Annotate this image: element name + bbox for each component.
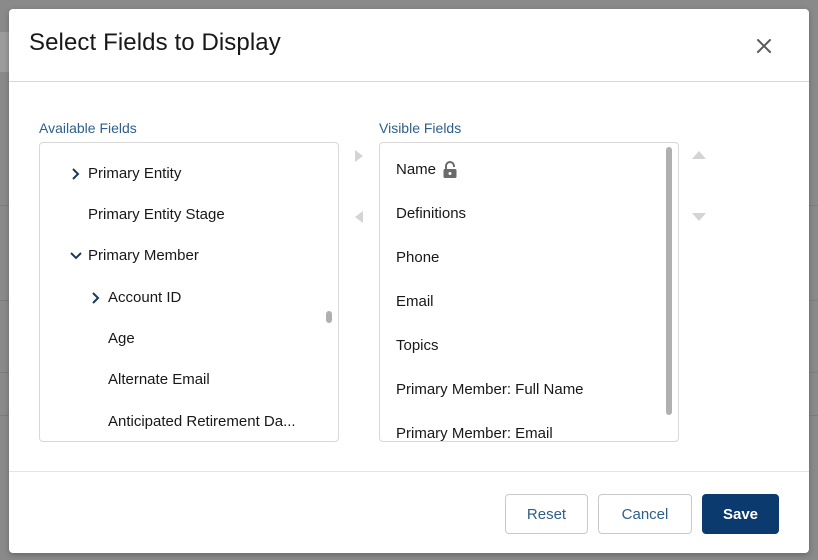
chevron-down-icon[interactable] bbox=[66, 246, 86, 266]
list-item-label: Primary Member: Full Name bbox=[396, 381, 584, 398]
close-icon bbox=[757, 39, 771, 53]
list-item-label: Name bbox=[396, 161, 437, 178]
visible-item-primary-member-full-name[interactable]: Primary Member: Full Name bbox=[380, 369, 666, 410]
close-button[interactable] bbox=[749, 31, 779, 61]
arrow-right-icon bbox=[355, 150, 363, 162]
visible-item-definitions[interactable]: Definitions bbox=[380, 193, 666, 234]
list-item-label: Age bbox=[108, 330, 135, 347]
select-fields-modal: Select Fields to Display Available Field… bbox=[9, 9, 809, 553]
available-item-age[interactable]: Age bbox=[40, 318, 326, 359]
visible-scrollbar-thumb[interactable] bbox=[666, 147, 672, 415]
available-fields-list[interactable]: Primary Entity Primary Entity Stage Prim… bbox=[39, 142, 339, 442]
move-down-button[interactable] bbox=[689, 207, 709, 227]
list-item-label: Anticipated Retirement Da... bbox=[108, 413, 296, 430]
list-item-label: Phone bbox=[396, 249, 440, 266]
available-fields-label: Available Fields bbox=[39, 120, 137, 136]
available-item-anticipated-retirement[interactable]: Anticipated Retirement Da... bbox=[40, 401, 326, 441]
visible-item-topics[interactable]: Topics bbox=[380, 325, 666, 366]
reset-button[interactable]: Reset bbox=[505, 494, 588, 534]
list-item-label: Email bbox=[396, 293, 434, 310]
cancel-button[interactable]: Cancel bbox=[598, 494, 692, 534]
list-item-label: Account ID bbox=[108, 289, 182, 306]
list-item-label: Topics bbox=[396, 337, 439, 354]
visible-item-primary-member-email[interactable]: Primary Member: Email bbox=[380, 413, 666, 442]
list-item-label: Alternate Email bbox=[108, 371, 210, 388]
chevron-right-icon[interactable] bbox=[86, 288, 106, 308]
list-item-label: Primary Entity Stage bbox=[88, 206, 225, 223]
available-item-account-id[interactable]: Account ID bbox=[40, 277, 326, 318]
available-item-primary-entity[interactable]: Primary Entity bbox=[40, 153, 326, 194]
list-item-label: Definitions bbox=[396, 205, 467, 222]
visible-item-email[interactable]: Email bbox=[380, 281, 666, 322]
visible-item-phone[interactable]: Phone bbox=[380, 237, 666, 278]
move-up-button[interactable] bbox=[689, 145, 709, 165]
move-to-available-button[interactable] bbox=[349, 207, 369, 227]
list-item-label: Primary Member bbox=[88, 247, 199, 264]
chevron-right-icon[interactable] bbox=[66, 164, 86, 184]
available-item-alternate-email[interactable]: Alternate Email bbox=[40, 359, 326, 400]
available-item-primary-entity-stage[interactable]: Primary Entity Stage bbox=[40, 194, 326, 235]
visible-item-name[interactable]: Name bbox=[380, 149, 666, 190]
modal-title: Select Fields to Display bbox=[29, 29, 281, 56]
modal-footer: Reset Cancel Save bbox=[9, 471, 809, 553]
list-item-label: Primary Entity bbox=[88, 165, 182, 182]
list-item-label: Primary Member: Email bbox=[396, 425, 553, 442]
arrow-left-icon bbox=[355, 211, 363, 223]
arrow-up-icon bbox=[692, 151, 706, 159]
move-to-visible-button[interactable] bbox=[349, 146, 369, 166]
modal-header: Select Fields to Display bbox=[9, 9, 809, 82]
available-scrollbar-thumb[interactable] bbox=[326, 311, 332, 323]
save-button[interactable]: Save bbox=[702, 494, 779, 534]
arrow-down-icon bbox=[692, 213, 706, 221]
available-item-primary-member[interactable]: Primary Member bbox=[40, 235, 326, 276]
visible-fields-label: Visible Fields bbox=[379, 120, 462, 136]
visible-fields-list[interactable]: Name Definitions Phone Email Topics Prim… bbox=[379, 142, 679, 442]
lock-icon bbox=[442, 160, 458, 179]
